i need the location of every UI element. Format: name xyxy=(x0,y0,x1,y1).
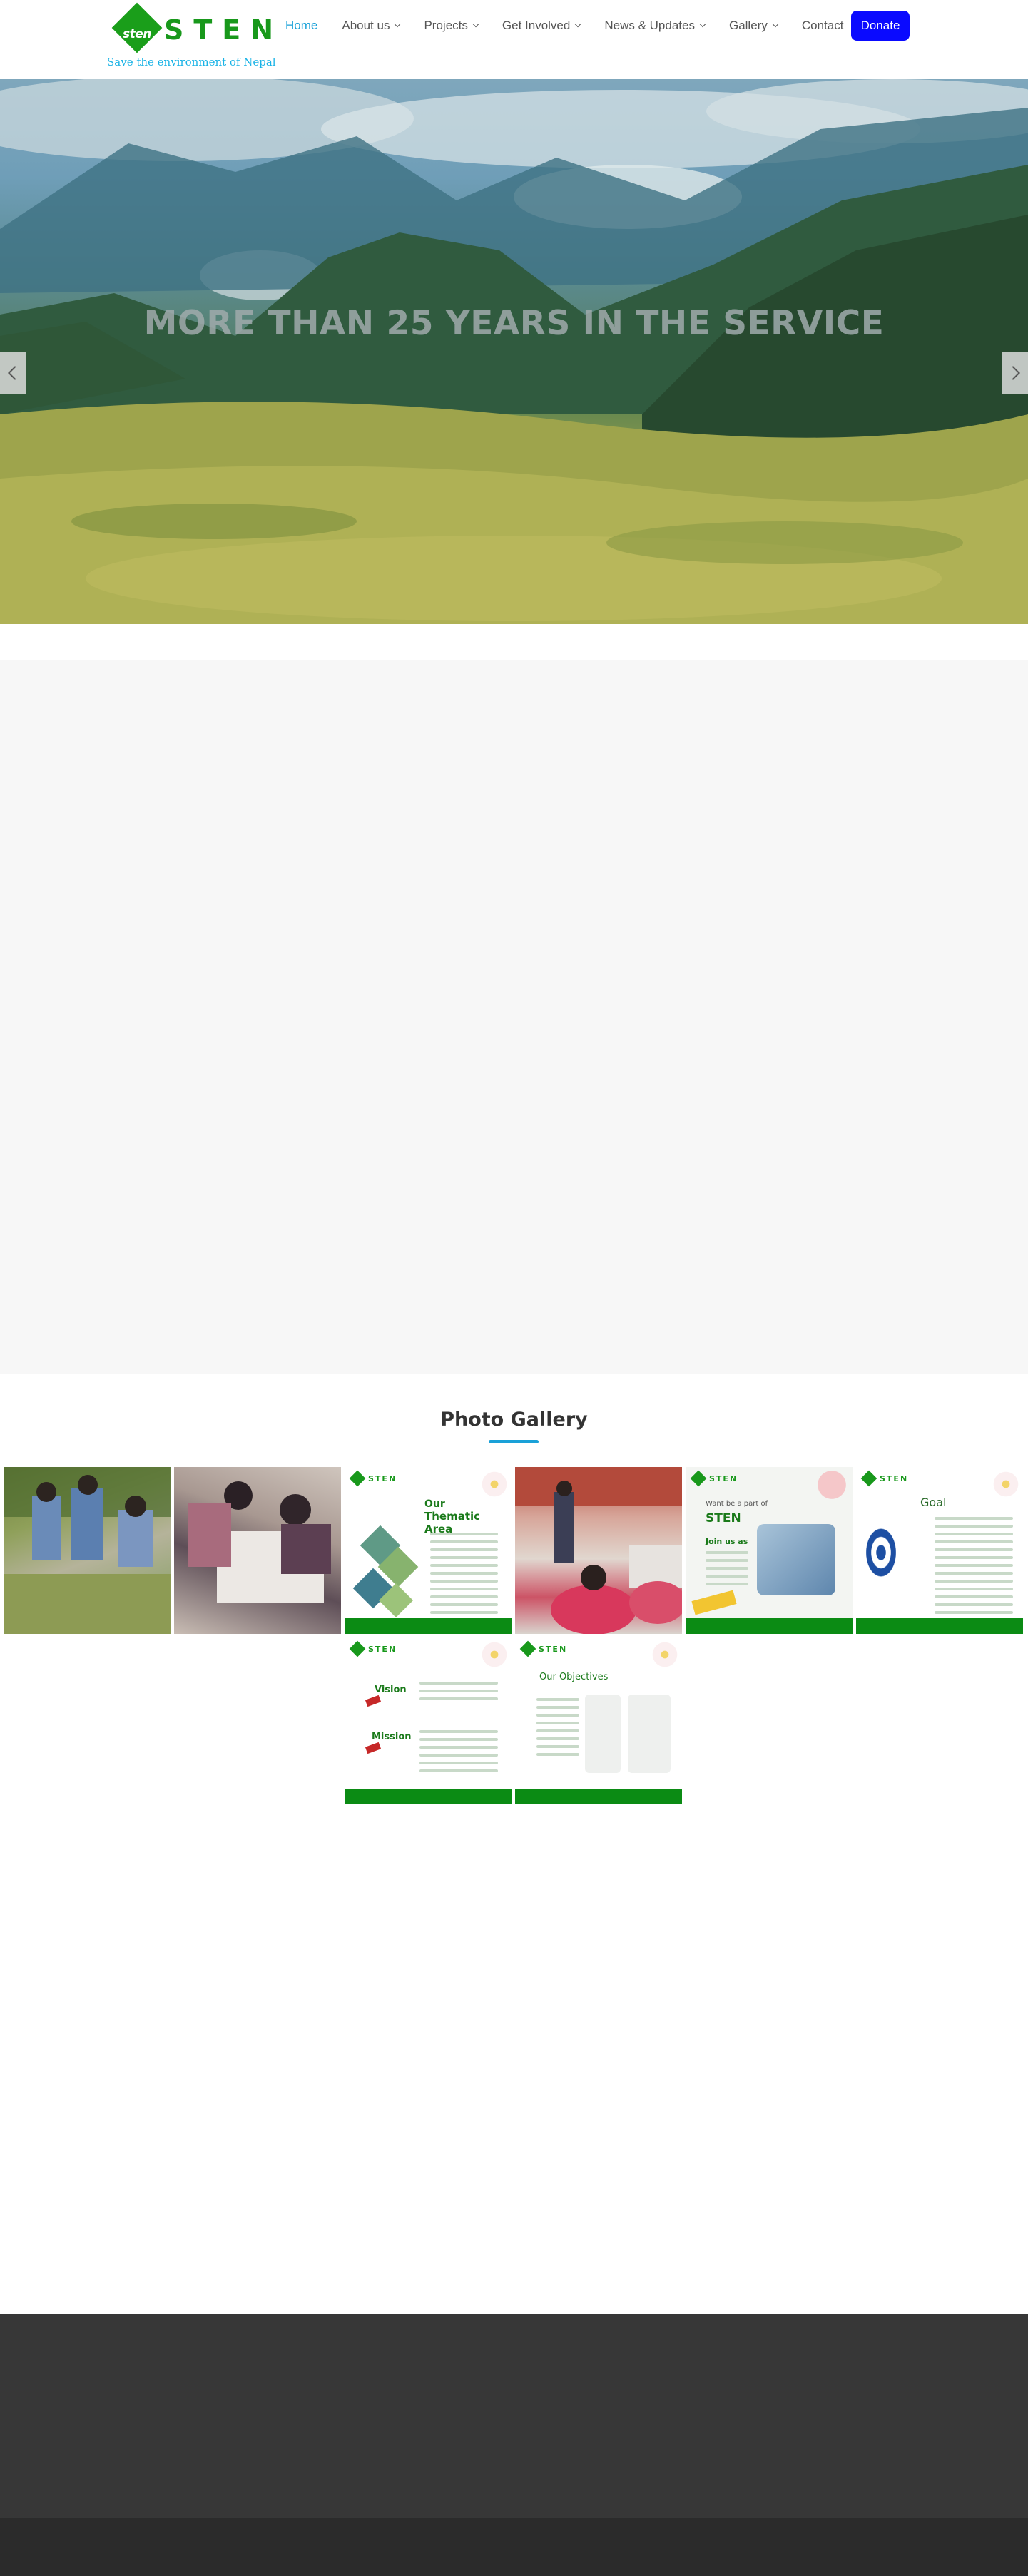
footer-main xyxy=(0,2314,1028,2518)
chevron-down-icon xyxy=(575,21,581,28)
poster-brand: STEN xyxy=(860,1470,909,1487)
slider-next-button[interactable] xyxy=(1002,352,1028,394)
poster-footer-bar xyxy=(686,1618,853,1634)
gallery-poster-objectives[interactable]: STEN Our Objectives xyxy=(515,1637,682,1804)
poster-title: STEN xyxy=(706,1511,741,1525)
poster-title: Goal xyxy=(920,1496,947,1509)
gallery-poster-goal[interactable]: STEN Goal xyxy=(856,1467,1023,1634)
poster-brand-text: STEN xyxy=(539,1644,568,1654)
logo-wordmark: STEN xyxy=(164,14,284,46)
flower-icon xyxy=(480,1640,509,1669)
nav-item-news-updates[interactable]: News & Updates xyxy=(604,19,706,33)
poster-brand-text: STEN xyxy=(709,1473,738,1483)
poster-brand: STEN xyxy=(690,1470,738,1487)
gallery-title: Photo Gallery xyxy=(440,1409,588,1431)
chevron-down-icon xyxy=(772,21,779,28)
gallery-photo-classroom[interactable] xyxy=(515,1467,682,1634)
gallery-poster-vision-mission[interactable]: STEN Vision Mission xyxy=(345,1637,512,1804)
slider-prev-button[interactable] xyxy=(0,352,26,394)
dart-icon xyxy=(365,1742,382,1754)
poster-text-lines xyxy=(935,1517,1013,1619)
poster-mission-label: Mission xyxy=(372,1732,412,1742)
poster-card xyxy=(628,1695,671,1773)
site-header: sten STEN Save the environment of Nepal … xyxy=(0,0,1028,79)
poster-brand: STEN xyxy=(349,1470,397,1487)
nav-label: News & Updates xyxy=(604,19,695,32)
gallery-poster-thematic-area[interactable]: STEN Our Thematic Area xyxy=(345,1467,512,1634)
poster-brand: STEN xyxy=(349,1640,397,1657)
flower-icon xyxy=(814,1467,850,1503)
poster-brand-text: STEN xyxy=(880,1473,909,1483)
content-section xyxy=(0,660,1028,1374)
poster-title: Our xyxy=(424,1498,445,1510)
nav-label: Contact xyxy=(801,19,844,32)
sten-logo-icon xyxy=(860,1470,877,1487)
nav-label: Projects xyxy=(424,19,468,32)
chevron-down-icon xyxy=(699,21,706,28)
flower-icon xyxy=(992,1470,1020,1498)
nav-label: About us xyxy=(342,19,390,32)
donate-button[interactable]: Donate xyxy=(851,11,910,41)
poster-footer-bar xyxy=(345,1618,512,1634)
sten-logo-icon xyxy=(690,1470,707,1487)
gallery-title-underline xyxy=(489,1440,539,1443)
poster-footer-bar xyxy=(345,1789,512,1804)
hero-landscape-image xyxy=(0,79,1028,624)
chevron-right-icon xyxy=(1006,366,1020,380)
chevron-down-icon xyxy=(395,21,401,28)
gallery-photo-tree-planting[interactable] xyxy=(4,1467,171,1634)
nav-item-home[interactable]: Home xyxy=(285,19,317,33)
poster-text-lines xyxy=(536,1698,579,1761)
logo[interactable]: sten STEN Save the environment of Nepal xyxy=(107,2,276,73)
poster-vision-label: Vision xyxy=(375,1685,407,1695)
chevron-left-icon xyxy=(8,366,22,380)
sten-logo-icon xyxy=(349,1470,366,1487)
poster-text-lines xyxy=(419,1682,498,1705)
hero-slider: MORE THAN 25 YEARS IN THE SERVICE xyxy=(0,79,1028,624)
poster-brand-text: STEN xyxy=(368,1473,397,1483)
flower-icon xyxy=(651,1640,679,1669)
poster-text-lines xyxy=(706,1551,748,1590)
nav-item-about-us[interactable]: About us xyxy=(342,19,401,33)
poster-subtitle: Join us as xyxy=(706,1537,748,1546)
poster-footer-bar xyxy=(515,1789,682,1804)
logo-tagline: Save the environment of Nepal xyxy=(107,56,276,68)
poster-brand-text: STEN xyxy=(368,1644,397,1654)
poster-title: Our Objectives xyxy=(539,1672,609,1682)
poster-subtitle: Thematic Area xyxy=(424,1510,481,1535)
dart-icon xyxy=(365,1695,382,1707)
poster-brush-stroke xyxy=(691,1590,737,1615)
poster-card xyxy=(585,1695,621,1773)
flower-icon xyxy=(480,1470,509,1498)
nav-label: Gallery xyxy=(728,19,768,32)
nav-item-projects[interactable]: Projects xyxy=(424,19,479,33)
logo-small-text: sten xyxy=(123,27,151,41)
gallery-poster-join-us[interactable]: STEN Want be a part of STEN Join us as xyxy=(686,1467,853,1634)
sten-logo-icon xyxy=(349,1640,366,1657)
nav-label: Get Involved xyxy=(502,19,571,32)
poster-text-lines xyxy=(419,1730,498,1777)
footer-bottom-bar xyxy=(0,2518,1028,2576)
nav-item-gallery[interactable]: Gallery xyxy=(728,19,779,33)
poster-text-lines xyxy=(430,1533,498,1619)
chevron-down-icon xyxy=(472,21,479,28)
nav-label: Home xyxy=(285,19,318,32)
poster-footer-bar xyxy=(856,1618,1023,1634)
gallery-photo-workshop[interactable] xyxy=(174,1467,341,1634)
nav-item-get-involved[interactable]: Get Involved xyxy=(502,19,581,33)
poster-brand: STEN xyxy=(519,1640,568,1657)
hero-title: MORE THAN 25 YEARS IN THE SERVICE xyxy=(143,304,885,343)
nav-item-contact[interactable]: Contact xyxy=(802,19,844,33)
main-nav: Home About us Projects Get Involved News… xyxy=(285,11,867,41)
sten-logo-icon xyxy=(519,1640,536,1657)
target-icon xyxy=(863,1524,899,1581)
poster-volunteers-image xyxy=(757,1524,835,1595)
poster-text: Want be a part of xyxy=(706,1500,768,1508)
